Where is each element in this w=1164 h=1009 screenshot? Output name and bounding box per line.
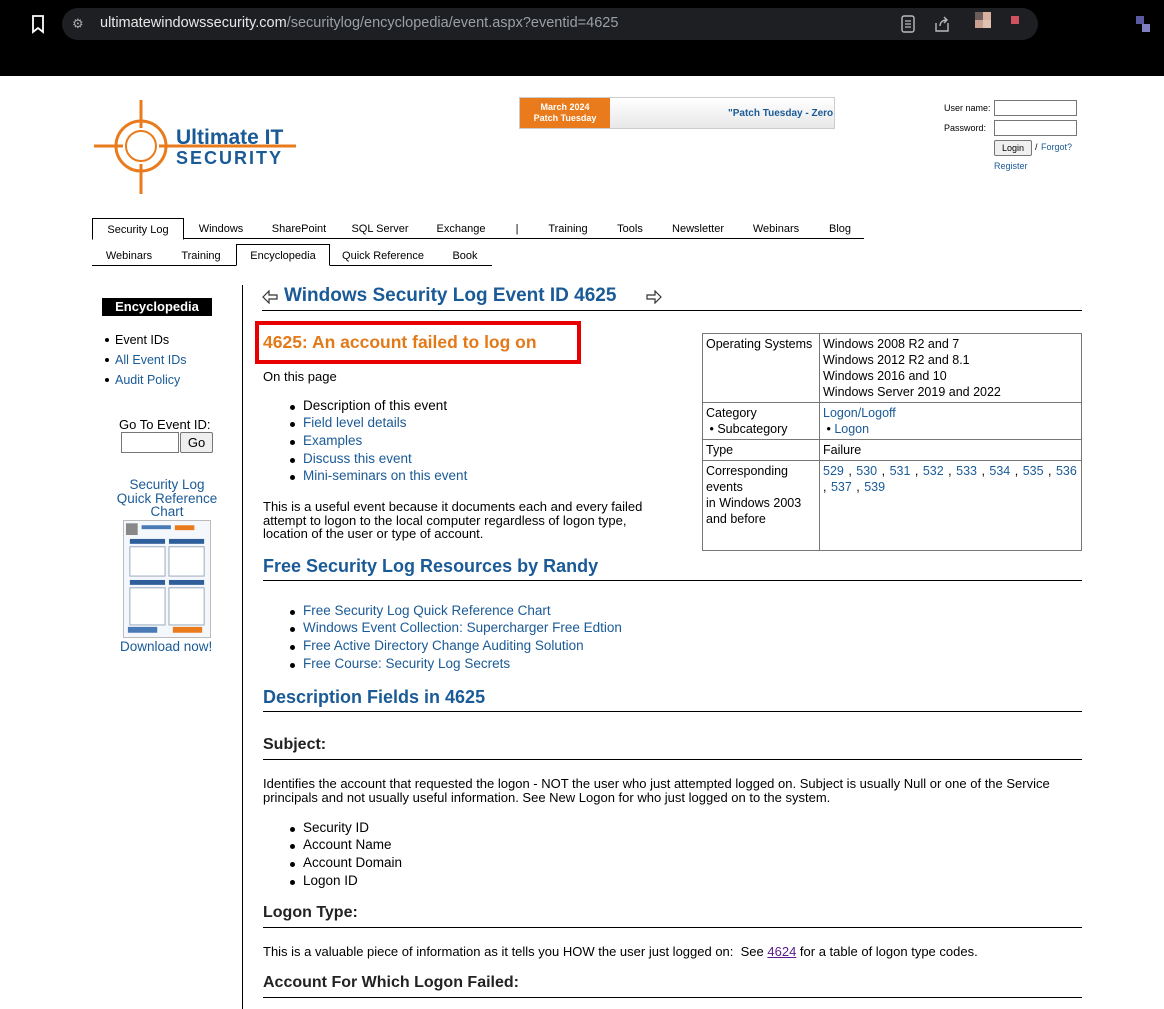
- tab-tools[interactable]: Tools: [610, 218, 650, 239]
- next-arrow-icon[interactable]: [646, 290, 662, 304]
- logon-type-heading: Logon Type:: [263, 904, 1082, 928]
- forgot-link[interactable]: Forgot?: [1041, 142, 1072, 152]
- description-heading: Description Fields in 4625: [263, 687, 1082, 712]
- bookmarks-bar: [0, 48, 1164, 114]
- tab-sql-server[interactable]: SQL Server: [344, 218, 416, 239]
- bookmark-icon[interactable]: [30, 14, 46, 34]
- sub-nav: Webinars Training Encyclopedia Quick Ref…: [92, 244, 492, 266]
- password-label: Password:: [944, 123, 987, 133]
- logo-title[interactable]: Ultimate IT: [176, 126, 283, 150]
- corresponding-events-label: Corresponding events in Windows 2003 and…: [702, 460, 820, 551]
- type-value: Failure: [819, 439, 1082, 461]
- goto-button[interactable]: Go: [180, 432, 213, 453]
- browser-toolbar: ⚙ ultimatewindowssecurity.com/securitylo…: [0, 0, 1164, 48]
- subtab-book[interactable]: Book: [440, 245, 490, 266]
- sidebar-item-all-event-ids[interactable]: All Event IDs: [105, 350, 187, 370]
- logon-type-paragraph: This is a valuable piece of information …: [263, 944, 978, 959]
- extension-icons[interactable]: [975, 10, 1037, 36]
- nav-separator: |: [515, 223, 519, 235]
- quick-reference-thumbnail[interactable]: [123, 520, 211, 638]
- password-input[interactable]: [994, 120, 1077, 136]
- tab-newsletter[interactable]: Newsletter: [664, 218, 732, 239]
- toc-link[interactable]: Mini-seminars on this event: [289, 468, 467, 483]
- promo-banner[interactable]: March 2024 Patch Tuesday "Patch Tuesday …: [519, 97, 835, 129]
- tab-exchange[interactable]: Exchange: [428, 218, 494, 239]
- previous-arrow-icon[interactable]: [262, 290, 278, 304]
- quick-reference-link[interactable]: Security Log Quick Reference Chart: [112, 478, 222, 519]
- toc-link[interactable]: Discuss this event: [290, 451, 412, 466]
- site-info-icon[interactable]: ⚙: [72, 16, 88, 32]
- toc-link[interactable]: Examples: [289, 433, 362, 448]
- sidebar-title: Encyclopedia: [102, 298, 212, 316]
- subject-heading: Subject:: [263, 736, 1082, 760]
- subtab-webinars[interactable]: Webinars: [96, 245, 162, 266]
- page-title-bar: Windows Security Log Event ID 4625: [262, 285, 1082, 311]
- web-page: Ultimate IT SECURITY March 2024 Patch Tu…: [0, 76, 1164, 1009]
- username-input[interactable]: [994, 100, 1077, 116]
- resource-link[interactable]: Free Course: Security Log Secrets: [289, 656, 510, 671]
- field-item: Logon ID: [290, 873, 358, 888]
- sidebar-item-audit-policy[interactable]: Audit Policy: [105, 370, 187, 390]
- reader-mode-icon[interactable]: [900, 15, 916, 33]
- download-link[interactable]: Download now!: [120, 639, 212, 654]
- goto-label: Go To Event ID:: [119, 417, 211, 432]
- field-item: Account Domain: [289, 855, 403, 870]
- tab-blog[interactable]: Blog: [820, 218, 860, 239]
- resource-link[interactable]: Windows Event Collection: Supercharger F…: [290, 620, 622, 635]
- banner-text: "Patch Tuesday - Zero: [728, 108, 834, 119]
- page-title: Windows Security Log Event ID 4625: [284, 285, 617, 306]
- tab-security-log[interactable]: Security Log: [92, 218, 184, 240]
- os-label: Operating Systems: [702, 333, 820, 403]
- type-label: Type: [702, 439, 820, 461]
- banner-date: March 2024 Patch Tuesday: [520, 98, 610, 128]
- profile-icon[interactable]: [1136, 14, 1156, 34]
- register-link[interactable]: Register: [994, 161, 1028, 171]
- login-button[interactable]: Login: [994, 140, 1032, 156]
- toc-link[interactable]: Field level details: [290, 415, 407, 430]
- category-label: Category • Subcategory: [702, 402, 820, 440]
- login-separator: /: [1035, 142, 1038, 152]
- tab-training[interactable]: Training: [538, 218, 598, 239]
- subtab-training[interactable]: Training: [170, 245, 232, 266]
- category-values[interactable]: Logon/Logoff • Logon: [819, 402, 1082, 440]
- url-text[interactable]: ultimatewindowssecurity.com/securitylog/…: [100, 15, 618, 31]
- resource-link[interactable]: Free Active Directory Change Auditing So…: [290, 638, 584, 653]
- resources-heading: Free Security Log Resources by Randy: [263, 556, 1082, 581]
- field-item: Account Name: [290, 837, 392, 852]
- logo-subtitle[interactable]: SECURITY: [176, 148, 283, 169]
- tab-windows[interactable]: Windows: [186, 218, 256, 239]
- main-nav: Security Log Windows SharePoint SQL Serv…: [92, 218, 864, 240]
- subject-paragraph: Identifies the account that requested th…: [263, 776, 1050, 805]
- tab-sharepoint[interactable]: SharePoint: [264, 218, 334, 239]
- event-title: 4625: An account failed to log on: [263, 332, 537, 352]
- goto-event-input[interactable]: [121, 432, 179, 453]
- event-info-table: Operating Systems Windows 2008 R2 and 7 …: [702, 333, 1082, 551]
- on-this-page-label: On this page: [263, 369, 337, 384]
- subtab-quick-reference[interactable]: Quick Reference: [338, 245, 428, 266]
- intro-paragraph: This is a useful event because it docume…: [263, 499, 643, 541]
- subtab-encyclopedia[interactable]: Encyclopedia: [236, 244, 330, 266]
- event-4624-link[interactable]: 4624: [767, 944, 796, 959]
- resource-link[interactable]: Free Security Log Quick Reference Chart: [290, 603, 551, 618]
- sidebar-list: Event IDs All Event IDs Audit Policy: [105, 330, 187, 390]
- corresponding-events[interactable]: 529 , 530 , 531 , 532 , 533 , 534 , 535 …: [819, 460, 1082, 551]
- toc-item: Description of this event: [289, 398, 448, 413]
- tab-webinars[interactable]: Webinars: [744, 218, 808, 239]
- sidebar-divider: [242, 285, 243, 1009]
- os-values: Windows 2008 R2 and 7 Windows 2012 R2 an…: [819, 333, 1082, 403]
- username-label: User name:: [944, 103, 991, 113]
- share-icon[interactable]: [933, 15, 951, 33]
- account-failed-heading: Account For Which Logon Failed:: [263, 974, 1082, 998]
- field-item: Security ID: [289, 820, 370, 835]
- sidebar-item-event-ids: Event IDs: [105, 330, 187, 350]
